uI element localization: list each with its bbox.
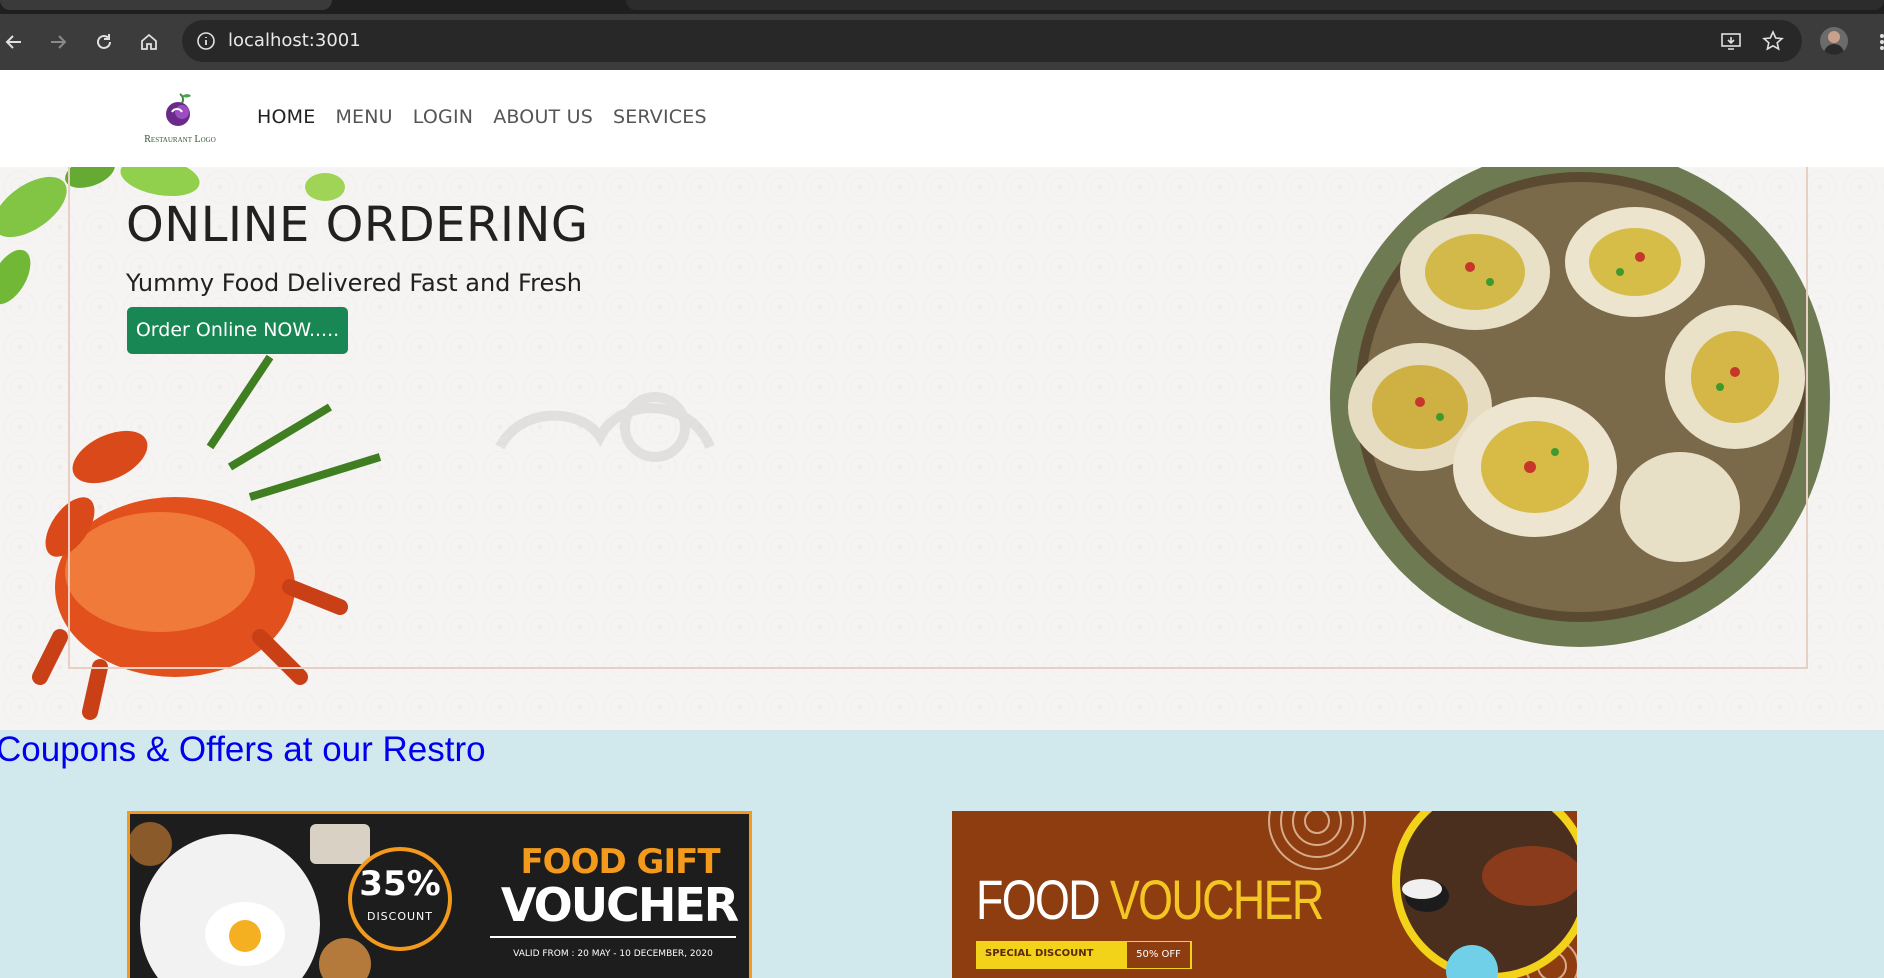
voucher1-discount: 35% xyxy=(359,864,441,904)
order-online-button[interactable]: Order Online NOW..... xyxy=(127,307,348,354)
nav-links: HOME MENU LOGIN ABOUT US SERVICES xyxy=(257,106,727,128)
back-icon[interactable] xyxy=(0,26,30,58)
hero-title: ONLINE ORDERING xyxy=(126,197,589,253)
reload-icon[interactable] xyxy=(88,26,120,58)
restaurant-logo[interactable]: Restaurant Logo xyxy=(134,92,226,150)
voucher1-discount-label: DISCOUNT xyxy=(366,910,434,923)
nav-services-link[interactable]: SERVICES xyxy=(613,106,707,128)
address-bar[interactable]: localhost:3001 xyxy=(182,20,1802,62)
voucher2-title: FOOD VOUCHER xyxy=(976,867,1324,932)
browser-menu-icon[interactable] xyxy=(1866,26,1884,58)
nav-login-link[interactable]: LOGIN xyxy=(413,106,473,128)
nav-about-link[interactable]: ABOUT US xyxy=(493,106,593,128)
voucher1-line1: FOOD GIFT xyxy=(520,842,720,882)
logo-text: Restaurant Logo xyxy=(144,134,216,145)
home-icon[interactable] xyxy=(133,26,165,58)
coupons-section: Coupons & Offers at our Restro 35% DISCO… xyxy=(0,730,1884,978)
voucher2-word1: FOOD xyxy=(976,868,1101,931)
browser-tab[interactable] xyxy=(626,0,1884,10)
voucher2-tag: SPECIAL DISCOUNT 50% OFF xyxy=(976,941,1192,969)
coupons-heading: Coupons & Offers at our Restro xyxy=(0,730,486,769)
hero-banner: ONLINE ORDERING Yummy Food Delivered Fas… xyxy=(0,167,1884,730)
voucher1-line2: VOUCHER xyxy=(500,878,739,932)
voucher2-tag-label: SPECIAL DISCOUNT xyxy=(985,948,1094,959)
bookmark-star-icon[interactable] xyxy=(1762,30,1784,57)
install-app-icon[interactable] xyxy=(1720,31,1742,56)
forward-icon[interactable] xyxy=(42,26,74,58)
site-navbar: Restaurant Logo HOME MENU LOGIN ABOUT US… xyxy=(0,70,1884,167)
voucher2-word2: VOUCHER xyxy=(1109,868,1324,931)
site-info-icon[interactable] xyxy=(196,31,216,56)
profile-avatar[interactable] xyxy=(1820,27,1848,55)
voucher1-divider xyxy=(490,936,736,938)
food-gift-voucher-card[interactable]: 35% DISCOUNT FOOD GIFT VOUCHER VALID FRO… xyxy=(127,811,752,978)
food-voucher-card[interactable]: FOOD VOUCHER SPECIAL DISCOUNT 50% OFF xyxy=(952,811,1577,978)
nav-menu-link[interactable]: MENU xyxy=(335,106,392,128)
browser-tab-active[interactable] xyxy=(0,0,332,10)
voucher2-tag-value: 50% OFF xyxy=(1127,942,1190,968)
nav-home-link[interactable]: HOME xyxy=(257,106,315,128)
voucher1-validity: VALID FROM : 20 MAY - 10 DECEMBER, 2020 xyxy=(513,949,713,959)
browser-toolbar: localhost:3001 xyxy=(0,14,1884,70)
logo-mark-icon xyxy=(166,93,191,126)
url-text[interactable]: localhost:3001 xyxy=(228,20,361,62)
hero-subtitle: Yummy Food Delivered Fast and Fresh xyxy=(126,269,582,297)
browser-tab-strip xyxy=(0,0,1884,14)
